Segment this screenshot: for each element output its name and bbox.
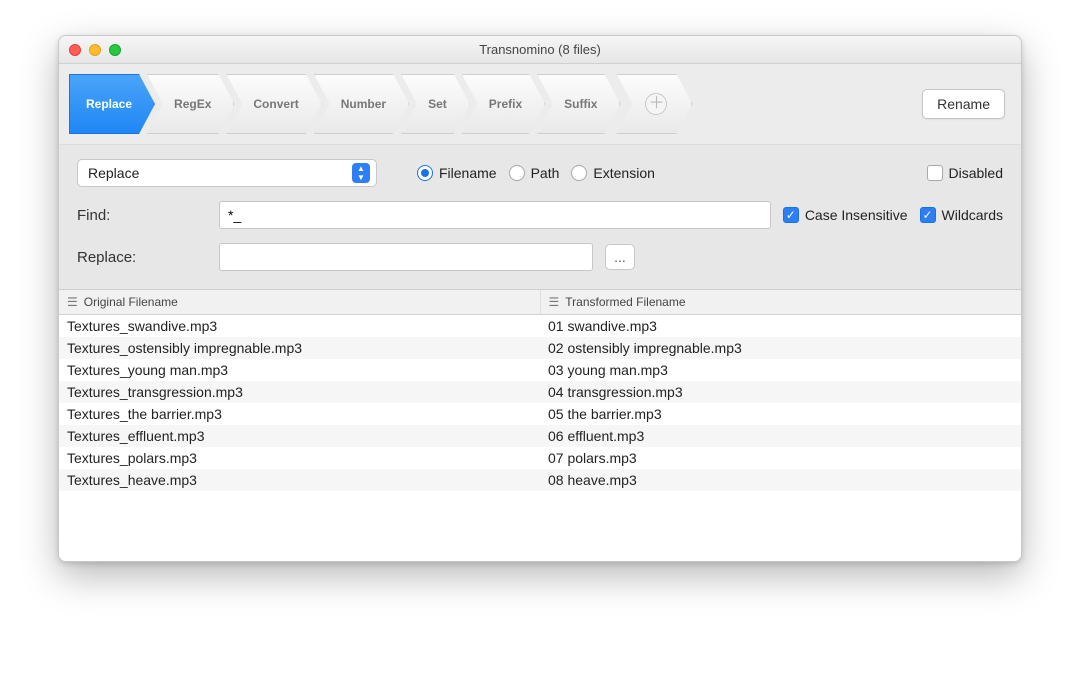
scope-label: Path [531,165,560,181]
chevron-updown-icon: ▲▼ [352,163,370,183]
cell-transformed: 07 polars.mp3 [540,450,1021,466]
window-title: Transnomino (8 files) [59,42,1021,57]
case-insensitive-label: Case Insensitive [805,207,908,223]
col-original-label: Original Filename [84,295,178,309]
cell-transformed: 02 ostensibly impregnable.mp3 [540,340,1021,356]
cell-transformed: 05 the barrier.mp3 [540,406,1021,422]
col-transformed[interactable]: ☰ Transformed Filename [541,290,1022,314]
checkbox-icon [927,165,943,181]
config-panel: Replace ▲▼ Filename Path Extension [59,145,1021,290]
table-row[interactable]: Textures_effluent.mp306 effluent.mp3 [59,425,1021,447]
wildcards-checkbox[interactable]: ✓ Wildcards [920,207,1003,223]
replace-label: Replace: [77,249,207,266]
col-original[interactable]: ☰ Original Filename [59,290,541,314]
window-controls [69,36,121,63]
cell-transformed: 03 young man.mp3 [540,362,1021,378]
replace-more-button[interactable]: ... [605,244,635,270]
checkbox-icon: ✓ [783,207,799,223]
step-set[interactable]: Set [401,74,470,134]
file-table: ☰ Original Filename ☰ Transformed Filena… [59,290,1021,561]
step-prefix[interactable]: Prefix [462,74,545,134]
table-row[interactable]: Textures_transgression.mp304 transgressi… [59,381,1021,403]
disabled-label: Disabled [949,165,1003,181]
step-replace[interactable]: Replace [69,74,155,134]
mode-select[interactable]: Replace ▲▼ [77,159,377,187]
disabled-checkbox[interactable]: Disabled [927,165,1003,181]
case-insensitive-checkbox[interactable]: ✓ Case Insensitive [783,207,908,223]
titlebar: Transnomino (8 files) [59,36,1021,64]
wildcards-label: Wildcards [942,207,1003,223]
col-transformed-label: Transformed Filename [565,295,685,309]
step-label: Number [341,97,386,111]
scope-label: Filename [439,165,497,181]
cell-original: Textures_polars.mp3 [59,450,540,466]
step-label: RegEx [174,97,211,111]
find-input[interactable] [219,201,771,229]
scope-radio-extension[interactable]: Extension [571,165,654,181]
cell-original: Textures_heave.mp3 [59,472,540,488]
radio-icon [571,165,587,181]
replace-input[interactable] [219,243,593,271]
cell-original: Textures_effluent.mp3 [59,428,540,444]
app-window: Transnomino (8 files) Replace RegEx Conver… [58,35,1022,562]
list-icon: ☰ [549,295,558,309]
step-label: Convert [253,97,298,111]
zoom-icon[interactable] [109,44,121,56]
cell-transformed: 01 swandive.mp3 [540,318,1021,334]
step-label: Prefix [489,97,522,111]
action-steps: Replace RegEx Convert Number Set Prefix Suffix… [59,64,1021,145]
cell-original: Textures_swandive.mp3 [59,318,540,334]
cell-transformed: 04 transgression.mp3 [540,384,1021,400]
table-header: ☰ Original Filename ☰ Transformed Filena… [59,290,1021,315]
table-body: Textures_swandive.mp301 swandive.mp3Text… [59,315,1021,491]
scope-radio-path[interactable]: Path [509,165,560,181]
step-label: Replace [86,97,132,111]
cell-transformed: 08 heave.mp3 [540,472,1021,488]
radio-icon [417,165,433,181]
cell-original: Textures_ostensibly impregnable.mp3 [59,340,540,356]
minimize-icon[interactable] [89,44,101,56]
cell-original: Textures_young man.mp3 [59,362,540,378]
mode-select-value: Replace [88,165,139,181]
step-label: Suffix [564,97,597,111]
step-suffix[interactable]: Suffix [537,74,620,134]
table-row[interactable]: Textures_polars.mp307 polars.mp3 [59,447,1021,469]
checkbox-icon: ✓ [920,207,936,223]
step-regex[interactable]: RegEx [147,74,234,134]
table-row[interactable]: Textures_ostensibly impregnable.mp302 os… [59,337,1021,359]
add-step-button[interactable]: ＋ [616,74,692,134]
cell-transformed: 06 effluent.mp3 [540,428,1021,444]
table-row[interactable]: Textures_young man.mp303 young man.mp3 [59,359,1021,381]
step-convert[interactable]: Convert [226,74,321,134]
cell-original: Textures_the barrier.mp3 [59,406,540,422]
cell-original: Textures_transgression.mp3 [59,384,540,400]
scope-label: Extension [593,165,654,181]
plus-icon: ＋ [645,93,667,115]
step-label: Set [428,97,447,111]
find-label: Find: [77,207,207,224]
rename-button[interactable]: Rename [922,89,1005,119]
scope-radio-filename[interactable]: Filename [417,165,497,181]
table-row[interactable]: Textures_swandive.mp301 swandive.mp3 [59,315,1021,337]
ellipsis-icon: ... [614,249,626,265]
close-icon[interactable] [69,44,81,56]
table-row[interactable]: Textures_the barrier.mp305 the barrier.m… [59,403,1021,425]
radio-icon [509,165,525,181]
list-icon: ☰ [67,295,76,309]
table-row[interactable]: Textures_heave.mp308 heave.mp3 [59,469,1021,491]
step-number[interactable]: Number [314,74,409,134]
